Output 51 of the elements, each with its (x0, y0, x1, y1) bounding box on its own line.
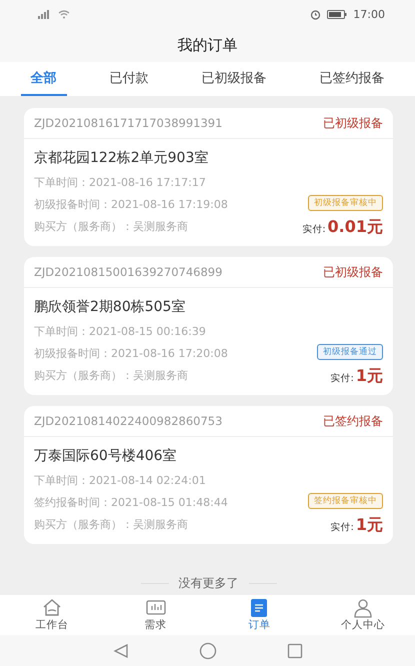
order-card[interactable]: ZJD20210816171717038991391 已初级报备 京都花园122栋2单元903室 下单时间：2021-08-16 17:17:17 初级报备时间：2021-08-16 17:19:08 购买方（服务商）：吴测服务商 初级报备审核中 实付:0.01元 (24, 108, 393, 246)
page-title: 我的订单 (178, 36, 238, 54)
paid-label: 实付: (302, 223, 326, 236)
back-icon (112, 642, 128, 658)
order-address: 鹏欣领誉2期80栋505室 (34, 298, 186, 317)
battery-icon (327, 10, 348, 18)
end-of-list-text: 没有更多了 (178, 575, 238, 592)
person-icon (353, 598, 374, 618)
order-number: ZJD20210816171717038991391 (34, 116, 222, 130)
order-status: 已签约报备 (323, 412, 383, 430)
order-detail: 初级报备时间：2021-08-16 17:20:08 (34, 346, 228, 362)
nav-tab[interactable]: 需求 (144, 618, 167, 632)
order-detail: 购买方（服务商）：吴测服务商 (34, 219, 189, 235)
nav-tab[interactable]: 订单 (248, 618, 270, 632)
filter-tab[interactable]: 已初级报备 (192, 62, 276, 96)
order-detail: 购买方（服务商）：吴测服务商 (34, 517, 189, 533)
paid-label: 实付: (330, 521, 354, 534)
nav-tab[interactable]: 个人中心 (341, 618, 386, 632)
order-number: ZJD20210815001639270746899 (34, 265, 222, 279)
paid-label: 实付: (330, 372, 354, 385)
order-card[interactable]: ZJD20210814022400982860753 已签约报备 万泰国际60号楼406室 下单时间：2021-08-14 02:24:01 签约报备时间：2021-08-15 01:48:44 购买方（服务商）：吴测服务商 签约报备审核中 实付:1元 (24, 406, 393, 544)
status-tag: 签约报备审核中 (308, 493, 383, 509)
recents-icon (286, 642, 302, 658)
order-status: 已初级报备 (323, 264, 383, 280)
home-icon (42, 598, 62, 618)
status-time: 17:00 (353, 8, 385, 20)
filter-tab[interactable]: 全部 (20, 62, 66, 96)
filter-tab[interactable]: 已付款 (100, 62, 158, 96)
order-status: 已初级报备 (323, 114, 383, 132)
list-icon (249, 598, 270, 618)
wifi-icon (58, 9, 70, 19)
order-detail: 下单时间：2021-08-16 17:17:17 (34, 175, 207, 191)
nav-tab[interactable]: 工作台 (35, 618, 68, 632)
order-card[interactable]: ZJD20210815001639270746899 已初级报备 鹏欣领誉2期80栋505室 下单时间：2021-08-15 00:16:39 初级报备时间：2021-08-16 17:20:08 购买方（服务商）：吴测服务商 初级报备通过 实付:1元 (24, 257, 393, 395)
status-tag: 初级报备通过 (317, 344, 383, 360)
order-detail: 签约报备时间：2021-08-15 01:48:44 (34, 495, 228, 511)
alarm-icon (310, 8, 322, 20)
order-address: 万泰国际60号楼406室 (34, 447, 178, 466)
home-circle-icon (198, 642, 216, 660)
order-detail: 初级报备时间：2021-08-16 17:19:08 (34, 197, 228, 213)
status-tag: 初级报备审核中 (308, 195, 383, 211)
order-number: ZJD20210814022400982860753 (34, 414, 222, 428)
filter-tab[interactable]: 已签约报备 (310, 62, 394, 96)
signal-icon (36, 9, 52, 19)
price-amount: 0.01元 (328, 217, 383, 238)
order-detail: 购买方（服务商）：吴测服务商 (34, 368, 189, 384)
order-detail: 下单时间：2021-08-14 02:24:01 (34, 473, 207, 489)
price-amount: 1元 (356, 515, 383, 536)
order-address: 京都花园122栋2单元903室 (34, 149, 210, 168)
price-amount: 1元 (356, 366, 383, 387)
order-detail: 下单时间：2021-08-15 00:16:39 (34, 324, 207, 340)
